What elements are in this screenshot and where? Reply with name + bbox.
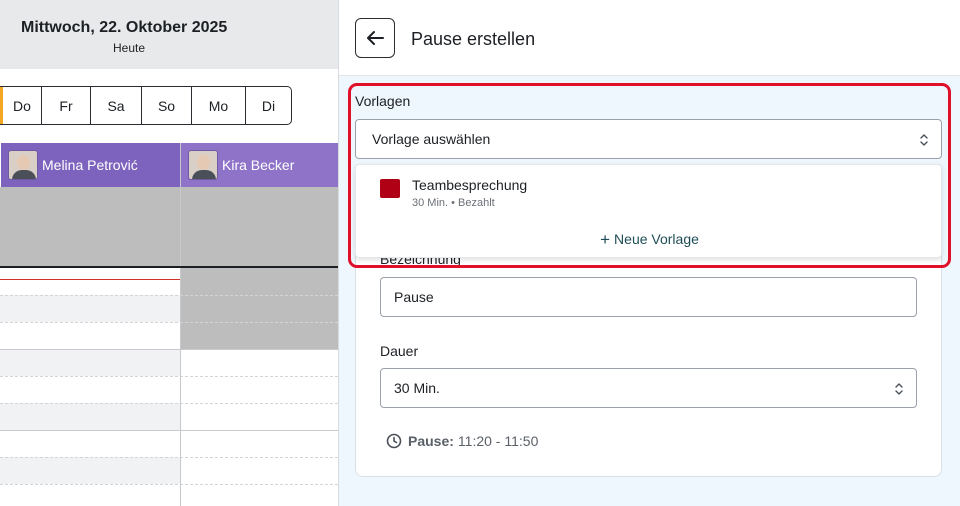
time-slot[interactable] xyxy=(0,403,180,430)
time-slot[interactable] xyxy=(0,349,180,376)
staff-name: Melina Petrović xyxy=(42,157,138,173)
avatar xyxy=(188,150,218,180)
slot-divider xyxy=(0,403,338,404)
time-slot[interactable] xyxy=(0,457,180,484)
calendar-date[interactable]: Mittwoch, 22. Oktober 2025 xyxy=(21,19,227,37)
time-slot[interactable] xyxy=(0,295,180,322)
today-label[interactable]: Heute xyxy=(113,41,145,55)
dauer-value: 30 Min. xyxy=(394,380,440,396)
create-break-panel: Pause erstellen Bezeichnung Pause Dauer … xyxy=(339,0,960,506)
pause-time-range: 11:20 - 11:50 xyxy=(457,433,539,449)
day-tab-so[interactable]: So xyxy=(141,87,191,124)
bezeichnung-input[interactable]: Pause xyxy=(380,277,917,317)
highlight-frame xyxy=(348,83,951,268)
select-arrows-icon xyxy=(895,383,903,395)
slot-divider xyxy=(0,376,338,377)
pause-label: Pause: xyxy=(408,433,454,449)
panel-title: Pause erstellen xyxy=(411,29,536,49)
calendar-pane: Mittwoch, 22. Oktober 2025 Heute Do Fr S… xyxy=(0,0,339,506)
day-boundary-line xyxy=(0,266,338,268)
slot-divider xyxy=(0,295,338,296)
day-tab-fr[interactable]: Fr xyxy=(41,87,90,124)
current-time-indicator xyxy=(0,279,180,280)
slot-divider xyxy=(0,322,338,323)
day-tab-di[interactable]: Di xyxy=(245,87,291,124)
calendar-header: Mittwoch, 22. Oktober 2025 Heute xyxy=(0,0,338,69)
column-divider xyxy=(180,143,181,506)
day-tab-mo[interactable]: Mo xyxy=(191,87,245,124)
avatar xyxy=(8,150,38,180)
staff-name: Kira Becker xyxy=(222,157,295,173)
hour-divider xyxy=(0,349,338,350)
panel-header: Pause erstellen xyxy=(339,0,960,76)
weekday-selector: Do Fr Sa So Mo Di xyxy=(0,86,292,125)
dauer-select[interactable]: 30 Min. xyxy=(380,368,917,408)
unavailable-block xyxy=(0,187,180,266)
back-button[interactable] xyxy=(355,18,395,58)
hour-divider xyxy=(0,430,338,431)
slot-divider xyxy=(0,484,338,485)
day-tab-sa[interactable]: Sa xyxy=(90,87,141,124)
pause-time-info: Pause: 11:20 - 11:50 xyxy=(386,433,538,449)
staff-column-header[interactable]: Melina Petrović xyxy=(1,143,180,187)
day-tab-do[interactable]: Do xyxy=(0,87,41,124)
arrow-left-icon xyxy=(367,31,384,45)
unavailable-block xyxy=(181,187,338,349)
dauer-label: Dauer xyxy=(380,343,419,359)
slot-divider xyxy=(0,457,338,458)
staff-column-header[interactable]: Kira Becker xyxy=(181,143,338,187)
clock-icon xyxy=(386,433,402,449)
